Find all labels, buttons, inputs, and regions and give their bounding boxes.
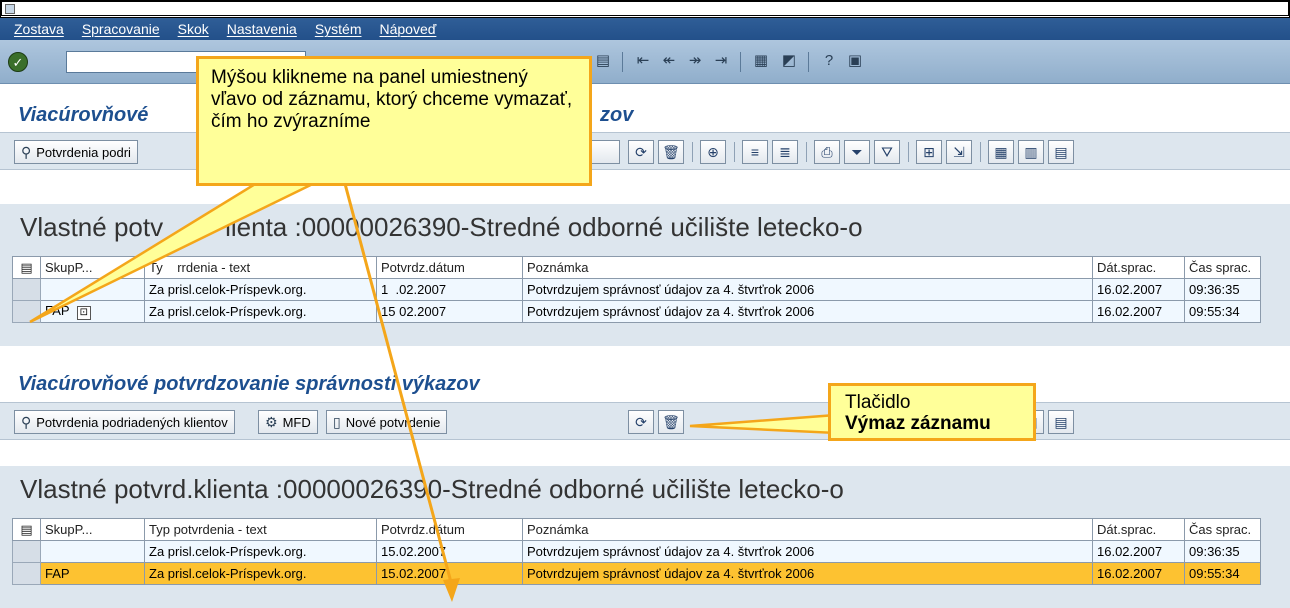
column-header-skup[interactable]: SkupP... xyxy=(40,256,145,279)
export-excel-icon[interactable]: ⊞ xyxy=(916,140,942,164)
page-title-2: Viacúrovňové potvrdzovanie správnosti vý… xyxy=(18,373,480,395)
grid-panel-1: Vlastné potv lienta :00000026390-Stredné … xyxy=(0,204,1290,346)
row-selector[interactable] xyxy=(12,278,41,301)
select-all-icon[interactable]: ▤ xyxy=(12,518,41,541)
row-selector[interactable] xyxy=(12,540,41,563)
window-frame xyxy=(0,0,1290,18)
sort-ascending-icon[interactable]: ≡ xyxy=(742,140,768,164)
print-icon[interactable]: ⎙ xyxy=(814,140,840,164)
last-page-icon[interactable]: ⇥ xyxy=(710,50,732,72)
column-header-dat-sprac[interactable]: Dát.sprac. xyxy=(1092,256,1185,279)
delete-button-callout: Tlačidlo Výmaz záznamu xyxy=(828,383,1036,441)
sub-clients-button[interactable]: ⚲ Potvrdenia podriadených klientov xyxy=(14,410,235,434)
grid-panel-2: Vlastné potvrd.klienta :00000026390-Stre… xyxy=(0,466,1290,608)
filter-clear-icon[interactable]: ⛛ xyxy=(874,140,900,164)
records-table: ▤ SkupP... Ty rrdenia - text Potvrdz.dát… xyxy=(12,256,1261,323)
layout-select-icon[interactable]: ▦ xyxy=(988,140,1014,164)
delete-record-icon[interactable]: 🗑 xyxy=(658,410,684,434)
new-session-icon[interactable]: ▦ xyxy=(750,50,772,72)
new-confirmation-button[interactable]: ▯ Nové potvrdenie xyxy=(326,410,448,434)
page-title: Viacúrovňové xyxy=(18,104,149,126)
row-selector[interactable] xyxy=(12,562,41,585)
grid-title-2: Vlastné potvrd.klienta :00000026390-Stre… xyxy=(20,474,844,504)
refresh-icon[interactable]: ⟳ xyxy=(628,140,654,164)
application-toolbar-2: ⚲ Potvrdenia podriadených klientov ⚙ MFD ▯… xyxy=(0,402,1290,440)
filter-icon[interactable]: ⏷ xyxy=(844,140,870,164)
mfd-button[interactable]: ⚙ MFD xyxy=(258,410,318,434)
column-header-typ[interactable]: Ty rrdenia - text xyxy=(144,256,377,279)
mfd-icon: ⚙ xyxy=(265,413,278,430)
export-file-icon[interactable]: ⇲ xyxy=(946,140,972,164)
grid-title: Vlastné potv lienta :00000026390-Stredné … xyxy=(20,212,863,242)
refresh-icon[interactable]: ⟳ xyxy=(628,410,654,434)
enter-check-icon[interactable]: ✓ xyxy=(8,52,28,72)
column-header-cas-sprac[interactable]: Čas sprac. xyxy=(1184,256,1261,279)
new-document-icon: ▯ xyxy=(333,413,341,430)
page-title-tail: zov xyxy=(600,104,634,126)
layout-change-icon[interactable]: ▥ xyxy=(1018,140,1044,164)
first-page-icon[interactable]: ⇤ xyxy=(632,50,654,72)
binoculars-icon: ⚲ xyxy=(21,143,32,160)
row-selector[interactable] xyxy=(12,300,41,323)
column-header-datum[interactable]: Potvrdz.dátum xyxy=(376,518,523,541)
table-row[interactable]: Za prisl.celok-Príspevk.org. 1 .02.2007 … xyxy=(12,278,1261,301)
table-row[interactable]: FAP ⊡ Za prisl.celok-Príspevk.org. 15 02… xyxy=(12,300,1261,323)
previous-page-icon[interactable]: ↞ xyxy=(658,50,680,72)
instruction-callout: Mýšou klikneme na panel umiestnený vľavo… xyxy=(196,56,592,186)
binoculars-icon: ⚲ xyxy=(21,413,32,430)
f4-help-icon[interactable]: ⊡ xyxy=(76,306,91,320)
column-header-datum[interactable]: Potvrdz.dátum xyxy=(376,256,523,279)
help-icon[interactable]: ? xyxy=(818,50,840,72)
next-page-icon[interactable]: ↠ xyxy=(684,50,706,72)
sub-clients-button[interactable]: ⚲ Potvrdenia podri xyxy=(14,140,138,164)
window-icon xyxy=(5,4,15,14)
menu-item-napoved[interactable]: Nápoveď xyxy=(380,21,437,37)
records-table-2: ▤ SkupP... Typ potvrdenia - text Potvrdz… xyxy=(12,518,1261,585)
column-header-skup[interactable]: SkupP... xyxy=(40,518,145,541)
layout-save-icon[interactable]: ▤ xyxy=(1048,410,1074,434)
column-header-poznamka[interactable]: Poznámka xyxy=(522,518,1093,541)
menu-item-system[interactable]: Systém xyxy=(315,21,362,37)
layout-save-icon[interactable]: ▤ xyxy=(1048,140,1074,164)
menu-item-zostava[interactable]: Zostava xyxy=(14,21,64,37)
application-toolbar: ⚲Potvrdenia podri e ⟳ 🗑 ⊕ ≡ ≣ ⎙ ⏷ ⛛ ⊞ ⇲ … xyxy=(0,132,1290,170)
column-header-dat-sprac[interactable]: Dát.sprac. xyxy=(1092,518,1185,541)
select-all-icon[interactable]: ▤ xyxy=(12,256,41,279)
delete-icon[interactable]: 🗑 xyxy=(658,140,684,164)
menu-bar: Zostava Spracovanie Skok Nastavenia Syst… xyxy=(0,18,1290,40)
system-toolbar: ✓ ▤ ⇤ ↞ ↠ ⇥ ▦ ◩ ? ▣ xyxy=(0,40,1290,84)
layout-menu-icon[interactable]: ▣ xyxy=(844,50,866,72)
sort-descending-icon[interactable]: ≣ xyxy=(772,140,798,164)
menu-item-spracovanie[interactable]: Spracovanie xyxy=(82,21,160,37)
menu-item-skok[interactable]: Skok xyxy=(178,21,209,37)
table-row[interactable]: Za prisl.celok-Príspevk.org. 15.02.2007 … xyxy=(12,540,1261,563)
create-shortcut-icon[interactable]: ◩ xyxy=(778,50,800,72)
details-icon[interactable]: ⊕ xyxy=(700,140,726,164)
column-header-poznamka[interactable]: Poznámka xyxy=(522,256,1093,279)
column-header-typ[interactable]: Typ potvrdenia - text xyxy=(144,518,377,541)
shortcut-icon[interactable]: ▤ xyxy=(592,50,614,72)
table-row-selected[interactable]: FAP Za prisl.celok-Príspevk.org. 15.02.2… xyxy=(12,562,1261,585)
menu-item-nastavenia[interactable]: Nastavenia xyxy=(227,21,297,37)
column-header-cas-sprac[interactable]: Čas sprac. xyxy=(1184,518,1261,541)
